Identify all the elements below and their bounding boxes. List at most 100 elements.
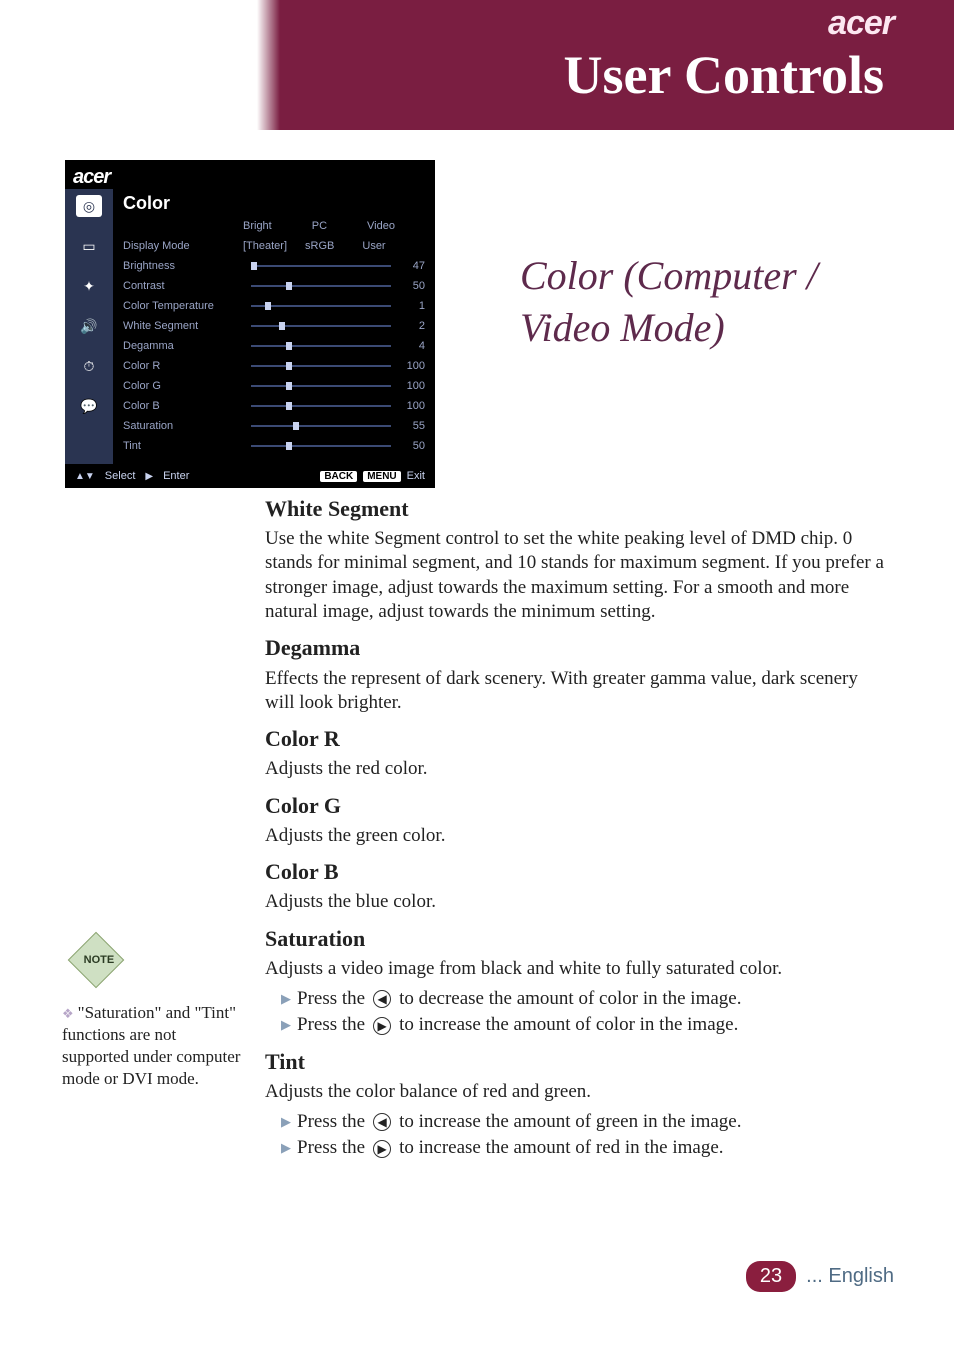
osd-footer-enter: Enter bbox=[163, 470, 189, 482]
osd-row-label: Saturation bbox=[123, 420, 243, 432]
osd-row-value: 100 bbox=[399, 360, 425, 372]
osd-icon-language: 💬 bbox=[76, 395, 102, 417]
osd-row: Degamma 4 bbox=[123, 336, 425, 356]
bullet-text: to increase the amount of green in the i… bbox=[399, 1110, 741, 1134]
bullet-icon: ▶ bbox=[281, 1114, 291, 1131]
updown-icon: ▲▼ bbox=[75, 471, 95, 482]
osd-row: Tint 50 bbox=[123, 436, 425, 456]
osd-row: Color B100 bbox=[123, 396, 425, 416]
body-content: White Segment Use the white Segment cont… bbox=[265, 485, 885, 1163]
page-footer: 23 ... English bbox=[746, 1261, 894, 1292]
osd-row-value: 50 bbox=[399, 440, 425, 452]
heading-color-g: Color G bbox=[265, 792, 885, 820]
osd-row-value: 100 bbox=[399, 380, 425, 392]
osd-row-label: Degamma bbox=[123, 340, 243, 352]
heading-tint: Tint bbox=[265, 1048, 885, 1076]
diamond-icon: ❖ bbox=[62, 1006, 74, 1021]
osd-row-label: Contrast bbox=[123, 280, 243, 292]
bullet-text: Press the bbox=[297, 1136, 365, 1160]
para-saturation: Adjusts a video image from black and whi… bbox=[265, 957, 885, 981]
osd-row-label: Color Temperature bbox=[123, 300, 243, 312]
bullet-text: Press the bbox=[297, 987, 365, 1011]
osd-footer-back: BACK bbox=[320, 471, 357, 482]
osd-heading: Color bbox=[123, 193, 425, 214]
right-arrow-icon: ▶ bbox=[373, 1140, 391, 1158]
osd-row-label: Display Mode bbox=[123, 240, 243, 252]
acer-logo: acer bbox=[828, 4, 894, 43]
osd-mode-col: PC bbox=[312, 220, 327, 232]
osd-row: White Segment 2 bbox=[123, 316, 425, 336]
para-color-g: Adjusts the green color. bbox=[265, 824, 885, 848]
osd-display-mode-opt: [Theater] bbox=[243, 240, 287, 252]
osd-row: Brightness 47 bbox=[123, 256, 425, 276]
osd-mode-columns: Bright PC Video bbox=[243, 220, 425, 232]
osd-row-value: 2 bbox=[399, 320, 425, 332]
note-block: NOTE ❖"Saturation" and "Tint" functions … bbox=[62, 940, 242, 1090]
osd-footer-exit: Exit bbox=[407, 470, 425, 482]
osd-row-label: Brightness bbox=[123, 260, 243, 272]
para-color-r: Adjusts the red color. bbox=[265, 757, 885, 781]
heading-color-b: Color B bbox=[265, 858, 885, 886]
osd-row-value: 47 bbox=[399, 260, 425, 272]
bullet-icon: ▶ bbox=[281, 1140, 291, 1157]
header-band: acer User Controls bbox=[0, 0, 954, 130]
section-title: Color (Computer / Video Mode) bbox=[520, 250, 900, 354]
para-tint: Adjusts the color balance of red and gre… bbox=[265, 1080, 885, 1104]
osd-row-value: 1 bbox=[399, 300, 425, 312]
page-header-title: User Controls bbox=[564, 44, 885, 106]
osd-row: Saturation 55 bbox=[123, 416, 425, 436]
bullet-text: to increase the amount of red in the ima… bbox=[399, 1136, 723, 1160]
bullet-saturation-increase: ▶ Press the ▶ to increase the amount of … bbox=[281, 1013, 885, 1037]
osd-footer-select: Select bbox=[105, 470, 136, 482]
osd-icon-management: ✦ bbox=[76, 275, 102, 297]
page-language: ... English bbox=[806, 1265, 894, 1288]
bullet-saturation-decrease: ▶ Press the ◀ to decrease the amount of … bbox=[281, 987, 885, 1011]
osd-row-display-mode: Display Mode [Theater] sRGB User bbox=[123, 236, 425, 256]
osd-icon-image: ▭ bbox=[76, 235, 102, 257]
bullet-text: Press the bbox=[297, 1013, 365, 1037]
osd-display-mode-opt: User bbox=[362, 240, 385, 252]
osd-icon-audio: 🔊 bbox=[76, 315, 102, 337]
para-white-segment: Use the white Segment control to set the… bbox=[265, 527, 885, 624]
note-flag-icon: NOTE bbox=[68, 932, 125, 989]
osd-row: Color G 100 bbox=[123, 376, 425, 396]
note-text: ❖"Saturation" and "Tint" functions are n… bbox=[62, 1002, 242, 1090]
osd-brand-logo: acer bbox=[73, 166, 110, 189]
left-arrow-icon: ◀ bbox=[373, 1113, 391, 1131]
note-text-content: "Saturation" and "Tint" functions are no… bbox=[62, 1003, 240, 1088]
osd-row-value: 55 bbox=[399, 420, 425, 432]
bullet-icon: ▶ bbox=[281, 1017, 291, 1034]
osd-row: Color Temperature 1 bbox=[123, 296, 425, 316]
bullet-text: Press the bbox=[297, 1110, 365, 1134]
bullet-tint-green: ▶ Press the ◀ to increase the amount of … bbox=[281, 1110, 885, 1134]
heading-color-r: Color R bbox=[265, 725, 885, 753]
osd-row-value: 4 bbox=[399, 340, 425, 352]
osd-icon-timer: ⏱ bbox=[76, 355, 102, 377]
osd-footer-menu: MENU bbox=[363, 471, 400, 482]
osd-screenshot: acer ◎ ▭ ✦ 🔊 ⏱ 💬 Color Bright PC Video D… bbox=[65, 160, 435, 488]
bullet-text: to decrease the amount of color in the i… bbox=[399, 987, 741, 1011]
heading-saturation: Saturation bbox=[265, 925, 885, 953]
left-arrow-icon: ◀ bbox=[373, 990, 391, 1008]
osd-row-label: Color G bbox=[123, 380, 243, 392]
bullet-tint-red: ▶ Press the ▶ to increase the amount of … bbox=[281, 1136, 885, 1160]
bullet-icon: ▶ bbox=[281, 991, 291, 1008]
right-arrow-icon: ▶ bbox=[373, 1017, 391, 1035]
osd-mode-col: Video bbox=[367, 220, 395, 232]
page-number: 23 bbox=[746, 1261, 796, 1292]
osd-row: Color R 100 bbox=[123, 356, 425, 376]
osd-row-label: Color B bbox=[123, 400, 243, 412]
right-icon: ▶ bbox=[145, 471, 153, 482]
bullet-text: to increase the amount of color in the i… bbox=[399, 1013, 738, 1037]
osd-icon-color: ◎ bbox=[76, 195, 102, 217]
osd-row-label: Color R bbox=[123, 360, 243, 372]
para-degamma: Effects the represent of dark scenery. W… bbox=[265, 667, 885, 716]
osd-row-value: 50 bbox=[399, 280, 425, 292]
osd-row-label: White Segment bbox=[123, 320, 243, 332]
note-flag-label: NOTE bbox=[84, 953, 115, 967]
heading-degamma: Degamma bbox=[265, 634, 885, 662]
para-color-b: Adjusts the blue color. bbox=[265, 890, 885, 914]
osd-row-label: Tint bbox=[123, 440, 243, 452]
osd-display-mode-opt: sRGB bbox=[305, 240, 334, 252]
osd-mode-col: Bright bbox=[243, 220, 272, 232]
